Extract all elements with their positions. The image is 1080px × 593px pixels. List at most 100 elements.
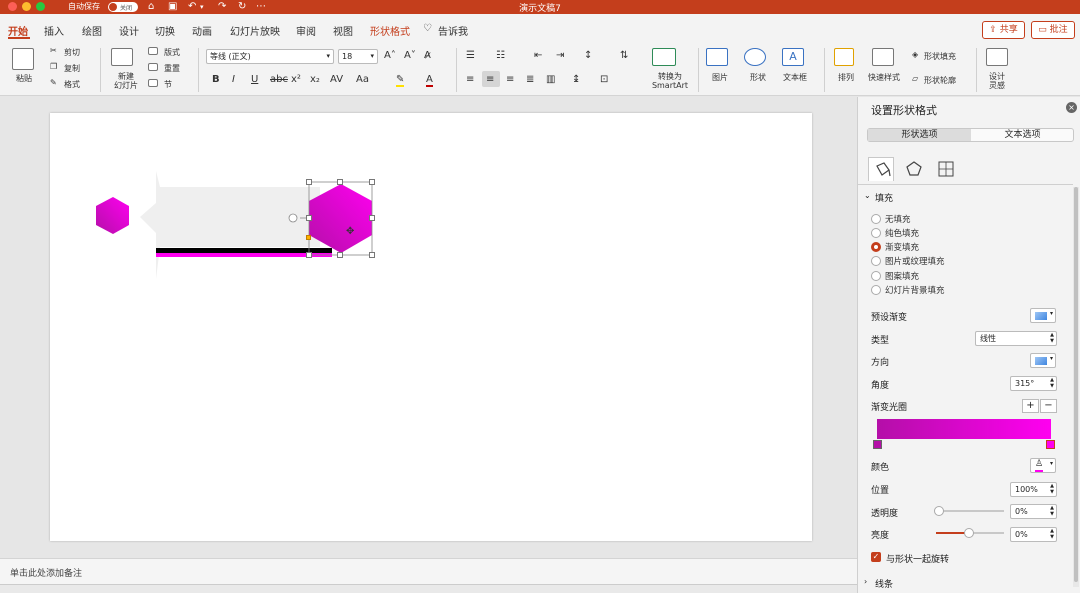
convert-smartart-label[interactable]: 转换为 SmartArt	[648, 72, 692, 90]
layout-label[interactable]: 版式	[164, 47, 180, 58]
text-direction-icon[interactable]: ⇅	[620, 50, 628, 61]
highlight-icon[interactable]: ✎	[396, 74, 405, 87]
change-case-icon[interactable]: Aa	[356, 74, 369, 85]
subscript-icon[interactable]: x₂	[310, 74, 320, 85]
superscript-icon[interactable]: x²	[291, 74, 301, 85]
gradient-type-select[interactable]: 线性 ▲ ▼	[975, 331, 1057, 346]
cut-icon[interactable]: ✂	[50, 46, 57, 55]
gradient-stop-end[interactable]	[1046, 440, 1055, 449]
shape-outline-label[interactable]: 形状轮廓	[924, 75, 956, 86]
shape-label[interactable]: 形状	[750, 72, 766, 83]
tab-animations[interactable]: 动画	[192, 23, 212, 38]
align-left-icon[interactable]: ≡	[466, 74, 474, 85]
add-stop-button[interactable]: +	[1022, 399, 1039, 413]
strikethrough-icon[interactable]: abc	[270, 74, 288, 85]
paste-icon[interactable]	[12, 48, 34, 70]
gradient-stop-start[interactable]	[873, 440, 882, 449]
tab-insert[interactable]: 插入	[44, 23, 64, 38]
line-section-header[interactable]: 线条	[875, 577, 893, 590]
tab-review[interactable]: 审阅	[296, 23, 316, 38]
quick-styles-label[interactable]: 快速样式	[868, 72, 900, 83]
char-spacing-icon[interactable]: AV	[330, 74, 343, 85]
increase-indent-icon[interactable]: ⇥	[556, 50, 564, 61]
transparency-slider[interactable]	[936, 510, 1004, 512]
font-name-select[interactable]: 等线 (正文) ▾	[206, 49, 334, 64]
reset-icon[interactable]	[148, 63, 158, 71]
decrease-font-icon[interactable]: A˅	[404, 50, 416, 61]
preset-gradient-dropdown[interactable]: ▾	[1030, 308, 1056, 323]
copy-icon[interactable]: ❐	[50, 62, 57, 71]
tab-text-options[interactable]: 文本选项	[971, 129, 1074, 141]
reset-label[interactable]: 重置	[164, 63, 180, 74]
underline-icon[interactable]: U	[251, 74, 258, 85]
arrange-label[interactable]: 排列	[838, 72, 854, 83]
arrange-icon[interactable]	[834, 48, 854, 66]
shape-icon[interactable]	[744, 48, 766, 66]
new-slide-label[interactable]: 新建 幻灯片	[111, 72, 141, 90]
radio-button[interactable]	[871, 256, 881, 266]
chevron-right-icon[interactable]: ›	[864, 577, 867, 586]
direction-dropdown[interactable]: ▾	[1030, 353, 1056, 368]
resize-handle[interactable]	[369, 252, 375, 258]
clear-format-icon[interactable]: A̷	[424, 50, 431, 61]
picture-label[interactable]: 图片	[712, 72, 728, 83]
tab-design[interactable]: 设计	[119, 23, 139, 38]
resize-handle[interactable]	[306, 215, 312, 221]
fill-line-tab[interactable]	[868, 157, 894, 181]
new-slide-icon[interactable]	[111, 48, 133, 66]
tab-transitions[interactable]: 切换	[155, 23, 175, 38]
effects-tab[interactable]	[901, 157, 927, 181]
font-size-select[interactable]: 18 ▾	[338, 49, 378, 64]
section-label[interactable]: 节	[164, 79, 172, 90]
copy-label[interactable]: 复制	[64, 63, 80, 74]
notes-placeholder[interactable]: 单击此处添加备注	[10, 566, 82, 579]
color-picker-dropdown[interactable]: ♙ ▾	[1030, 458, 1056, 473]
tab-view[interactable]: 视图	[333, 23, 353, 38]
radio-button[interactable]	[871, 285, 881, 295]
shape-outline-icon[interactable]: ▱	[912, 74, 918, 83]
gradient-stops-bar[interactable]	[877, 419, 1051, 439]
text-box-options-icon[interactable]: ⊡	[600, 74, 608, 85]
grey-banner-shape[interactable]	[140, 171, 320, 279]
resize-handle[interactable]	[369, 215, 375, 221]
comments-button[interactable]: ▭ 批注	[1031, 21, 1075, 39]
textbox-icon[interactable]: A	[782, 48, 804, 66]
section-icon[interactable]	[148, 79, 158, 87]
italic-icon[interactable]: I	[232, 74, 235, 85]
size-properties-tab[interactable]	[933, 157, 959, 181]
bullets-icon[interactable]: ☰	[466, 50, 475, 61]
cut-label[interactable]: 剪切	[64, 47, 80, 58]
bold-icon[interactable]: B	[212, 74, 220, 85]
fill-section-header[interactable]: 填充	[875, 191, 893, 204]
decrease-indent-icon[interactable]: ⇤	[534, 50, 542, 61]
smartart-icon[interactable]	[652, 48, 676, 66]
angle-stepper[interactable]: 315° ▲ ▼	[1010, 376, 1057, 391]
slide-canvas[interactable]: ✥	[50, 113, 812, 541]
align-text-icon[interactable]: ↨	[572, 74, 580, 85]
brightness-slider-knob[interactable]	[964, 528, 974, 538]
radio-button[interactable]	[871, 228, 881, 238]
adjust-handle[interactable]	[306, 235, 311, 240]
share-button[interactable]: ⇪ 共享	[982, 21, 1025, 39]
transparency-slider-knob[interactable]	[934, 506, 944, 516]
align-right-icon[interactable]: ≡	[506, 74, 514, 85]
tab-draw[interactable]: 绘图	[82, 23, 102, 38]
rotate-handle-icon[interactable]	[288, 213, 298, 223]
numbering-icon[interactable]: ☷	[496, 50, 505, 61]
columns-icon[interactable]: ▥	[546, 74, 555, 85]
format-painter-icon[interactable]: ✎	[50, 78, 57, 87]
transparency-stepper[interactable]: 0% ▲ ▼	[1010, 504, 1057, 519]
tab-shape-options[interactable]: 形状选项	[868, 129, 971, 141]
resize-handle[interactable]	[369, 179, 375, 185]
layout-icon[interactable]	[148, 47, 158, 55]
rotate-with-shape-checkbox[interactable]: ✓	[871, 552, 881, 562]
align-center-icon[interactable]: ≡	[486, 74, 494, 85]
resize-handle[interactable]	[337, 179, 343, 185]
chevron-down-icon[interactable]: ⌄	[864, 191, 871, 200]
shape-fill-icon[interactable]: ◈	[912, 50, 918, 59]
close-icon[interactable]: ×	[1066, 102, 1077, 113]
quick-styles-icon[interactable]	[872, 48, 894, 66]
textbox-label[interactable]: 文本框	[783, 72, 807, 83]
scrollbar-thumb[interactable]	[1074, 187, 1078, 582]
remove-stop-button[interactable]: −	[1040, 399, 1057, 413]
